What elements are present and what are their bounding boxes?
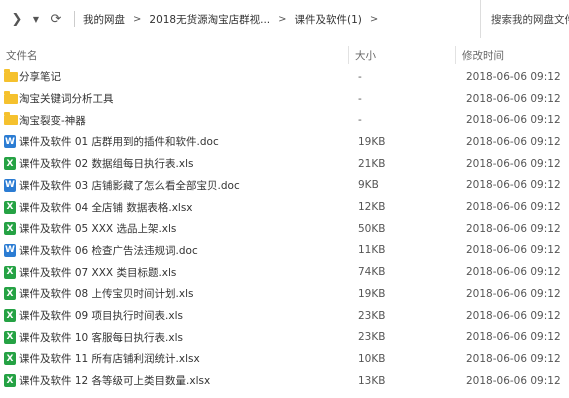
column-size[interactable]: 大小 xyxy=(355,48,376,63)
file-size: 21KB xyxy=(358,157,386,170)
breadcrumb-current[interactable]: 课件及软件(1) xyxy=(295,12,362,27)
file-name: 分享笔记 xyxy=(19,71,61,84)
file-row[interactable]: W 课件及软件 03 店铺影藏了怎么看全部宝贝.doc 9KB 2018-06-06 … xyxy=(0,175,569,197)
file-size: 74KB xyxy=(358,266,386,279)
file-modified: 2018-06-06 09:12 xyxy=(466,266,561,279)
file-size: 13KB xyxy=(358,374,386,387)
excel-file-icon: X xyxy=(4,309,16,323)
file-name: 课件及软件 07 XXX 类目标题.xls xyxy=(19,266,177,279)
file-name: 课件及软件 10 客服每日执行表.xls xyxy=(19,331,183,344)
chevron-right-icon[interactable]: > xyxy=(370,14,378,25)
excel-file-icon: X xyxy=(4,265,16,279)
file-name: 课件及软件 08 上传宝贝时间计划.xls xyxy=(19,288,194,301)
excel-file-icon: X xyxy=(4,157,16,171)
file-name: 课件及软件 04 全店铺 数据表格.xlsx xyxy=(19,201,193,214)
file-size: 11KB xyxy=(358,244,386,257)
folder-icon xyxy=(4,90,18,104)
file-row[interactable]: X 课件及软件 05 XXX 选品上架.xls 50KB 2018-06-06 09:… xyxy=(0,218,569,240)
file-row[interactable]: X 课件及软件 10 客服每日执行表.xls 23KB 2018-06-06 09:1… xyxy=(0,326,569,348)
search-input[interactable]: 搜索我的网盘文件 xyxy=(480,0,569,38)
file-name: 课件及软件 12 各等级可上类目数量.xlsx xyxy=(19,375,211,388)
file-modified: 2018-06-06 09:12 xyxy=(466,287,561,300)
column-divider[interactable] xyxy=(348,46,349,64)
file-size: - xyxy=(358,92,362,105)
column-header: 文件名 大小 修改时间 xyxy=(0,44,569,66)
file-row[interactable]: X 课件及软件 09 项目执行时间表.xls 23KB 2018-06-06 09:1… xyxy=(0,305,569,327)
file-name: 课件及软件 01 店群用到的插件和软件.doc xyxy=(19,136,219,149)
chevron-right-icon: > xyxy=(133,13,142,25)
file-modified: 2018-06-06 09:12 xyxy=(466,374,561,387)
file-modified: 2018-06-06 09:12 xyxy=(466,352,561,365)
excel-file-icon: X xyxy=(4,222,16,236)
refresh-icon[interactable]: ⟳ xyxy=(48,12,64,27)
file-row[interactable]: 淘宝关键词分析工具 - 2018-06-06 09:12 xyxy=(0,88,569,110)
file-modified: 2018-06-06 09:12 xyxy=(466,179,561,192)
word-file-icon: W xyxy=(4,178,16,192)
file-name: 课件及软件 02 数据组每日执行表.xls xyxy=(19,158,194,171)
file-size: - xyxy=(358,114,362,127)
file-name: 课件及软件 06 检查广告法违规词.doc xyxy=(19,244,198,257)
file-name: 课件及软件 03 店铺影藏了怎么看全部宝贝.doc xyxy=(19,179,240,192)
file-size: - xyxy=(358,70,362,83)
file-size: 12KB xyxy=(358,201,386,214)
folder-icon xyxy=(4,112,18,126)
file-name: 淘宝裂变-神器 xyxy=(19,114,86,127)
toolbar-divider xyxy=(74,11,75,27)
file-modified: 2018-06-06 09:12 xyxy=(466,157,561,170)
breadcrumb-folder[interactable]: 2018无货源淘宝店群视... xyxy=(149,12,270,27)
file-row[interactable]: X 课件及软件 12 各等级可上类目数量.xlsx 13KB 2018-06-06 0… xyxy=(0,370,569,392)
excel-file-icon: X xyxy=(4,352,16,366)
file-row[interactable]: X 课件及软件 04 全店铺 数据表格.xlsx 12KB 2018-06-06 09… xyxy=(0,196,569,218)
file-name: 课件及软件 05 XXX 选品上架.xls xyxy=(19,223,177,236)
toolbar: ❯ ▼ ⟳ 我的网盘 > 2018无货源淘宝店群视... > 课件及软件(1) … xyxy=(0,0,569,38)
file-size: 10KB xyxy=(358,352,386,365)
file-size: 19KB xyxy=(358,287,386,300)
file-row[interactable]: X 课件及软件 08 上传宝贝时间计划.xls 19KB 2018-06-06 09:… xyxy=(0,283,569,305)
file-row[interactable]: 淘宝裂变-神器 - 2018-06-06 09:12 xyxy=(0,109,569,131)
file-modified: 2018-06-06 09:12 xyxy=(466,92,561,105)
column-divider[interactable] xyxy=(455,46,456,64)
excel-file-icon: X xyxy=(4,200,16,214)
chevron-right-icon: > xyxy=(278,13,287,25)
file-modified: 2018-06-06 09:12 xyxy=(466,201,561,214)
file-row[interactable]: X 课件及软件 02 数据组每日执行表.xls 21KB 2018-06-06 09:… xyxy=(0,153,569,175)
word-file-icon: W xyxy=(4,243,16,257)
excel-file-icon: X xyxy=(4,330,16,344)
file-modified: 2018-06-06 09:12 xyxy=(466,222,561,235)
file-modified: 2018-06-06 09:12 xyxy=(466,114,561,127)
file-size: 23KB xyxy=(358,331,386,344)
file-row[interactable]: W 课件及软件 01 店群用到的插件和软件.doc 19KB 2018-06-06 0… xyxy=(0,131,569,153)
excel-file-icon: X xyxy=(4,287,16,301)
file-row[interactable]: W 课件及软件 06 检查广告法违规词.doc 11KB 2018-06-06 09:… xyxy=(0,240,569,262)
file-size: 9KB xyxy=(358,179,379,192)
file-modified: 2018-06-06 09:12 xyxy=(466,331,561,344)
file-size: 19KB xyxy=(358,135,386,148)
file-row[interactable]: X 课件及软件 11 所有店铺利润统计.xlsx 10KB 2018-06-06 09… xyxy=(0,348,569,370)
folder-icon xyxy=(4,68,18,82)
file-size: 50KB xyxy=(358,222,386,235)
file-name: 课件及软件 09 项目执行时间表.xls xyxy=(19,310,183,323)
file-name: 淘宝关键词分析工具 xyxy=(19,93,114,106)
file-row[interactable]: 分享笔记 - 2018-06-06 09:12 xyxy=(0,66,569,88)
dropdown-icon[interactable]: ▼ xyxy=(30,15,42,24)
column-name[interactable]: 文件名 xyxy=(6,48,38,63)
file-size: 23KB xyxy=(358,309,386,322)
file-row[interactable]: X 课件及软件 07 XXX 类目标题.xls 74KB 2018-06-06 09:… xyxy=(0,261,569,283)
word-file-icon: W xyxy=(4,135,16,149)
file-modified: 2018-06-06 09:12 xyxy=(466,244,561,257)
column-modified[interactable]: 修改时间 xyxy=(462,48,504,63)
breadcrumb-root[interactable]: 我的网盘 xyxy=(83,12,125,27)
forward-icon[interactable]: ❯ xyxy=(10,12,24,27)
file-modified: 2018-06-06 09:12 xyxy=(466,135,561,148)
file-modified: 2018-06-06 09:12 xyxy=(466,309,561,322)
file-modified: 2018-06-06 09:12 xyxy=(466,70,561,83)
file-name: 课件及软件 11 所有店铺利润统计.xlsx xyxy=(19,353,200,366)
excel-file-icon: X xyxy=(4,374,16,388)
